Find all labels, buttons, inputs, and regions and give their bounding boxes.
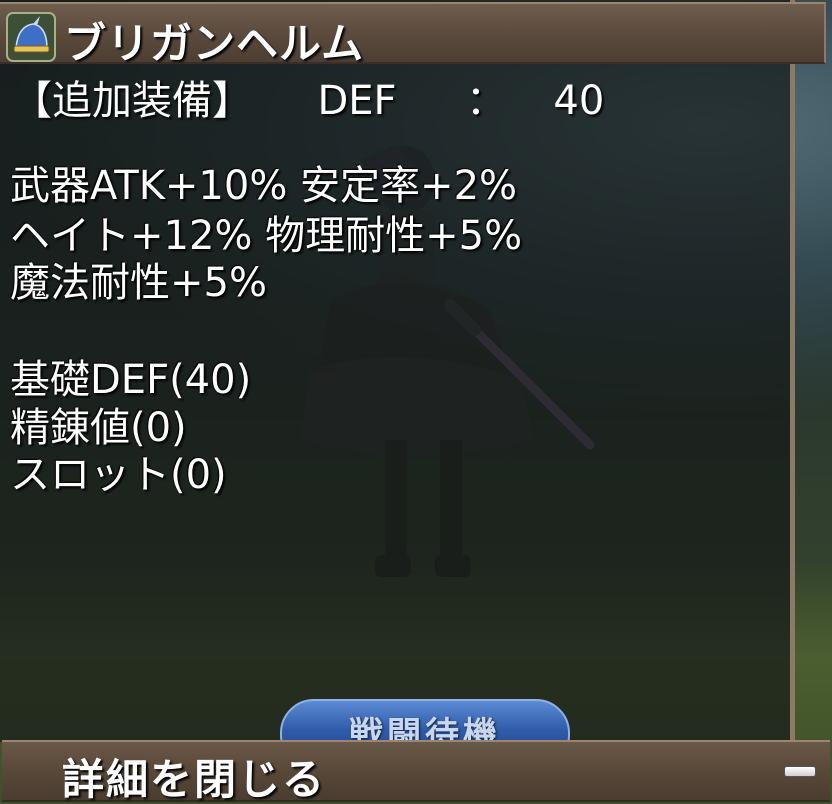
item-title-bar: ブリガンヘルム bbox=[0, 2, 826, 68]
close-details-label: 詳細を閉じる bbox=[62, 755, 327, 804]
game-scene: 【追加装備】 DEF ： 40 武器ATK+10% 安定率+2% ヘイト+12%… bbox=[0, 0, 832, 804]
base-stat-line: 基礎DEF(40) bbox=[10, 357, 252, 403]
stat-separator: ： bbox=[465, 78, 506, 124]
defense-stat-label: DEF bbox=[317, 78, 397, 124]
base-stat-line: スロット(0) bbox=[10, 452, 227, 498]
equip-slot-row: 【追加装備】 DEF ： 40 bbox=[12, 68, 604, 126]
effect-line: 武器ATK+10% 安定率+2% bbox=[10, 163, 518, 209]
equip-slot-label: 【追加装備】 bbox=[12, 78, 252, 124]
minus-icon[interactable] bbox=[784, 766, 816, 777]
effect-line: 魔法耐性+5% bbox=[10, 260, 267, 306]
item-detail-panel: 【追加装備】 DEF ： 40 武器ATK+10% 安定率+2% ヘイト+12%… bbox=[0, 0, 795, 742]
close-details-bar[interactable]: 詳細を閉じる bbox=[2, 740, 830, 804]
effect-line: ヘイト+12% 物理耐性+5% bbox=[10, 213, 523, 259]
helmet-icon bbox=[6, 12, 56, 62]
base-stat-line: 精錬値(0) bbox=[10, 405, 187, 451]
item-name: ブリガンヘルム bbox=[64, 19, 365, 68]
defense-stat-value: 40 bbox=[553, 78, 605, 124]
